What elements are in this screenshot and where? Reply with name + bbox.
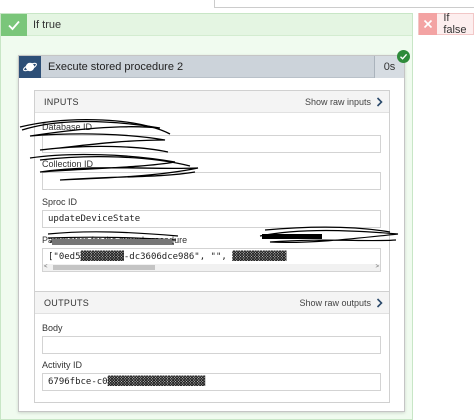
show-raw-inputs-link[interactable]: Show raw inputs [305,97,383,107]
collection-id-value[interactable] [42,172,381,190]
if-true-branch: If true Execute stored procedure 2 0s IN… [0,13,413,420]
action-title: Execute stored procedure 2 [48,60,184,73]
activity-id-value[interactable]: 6796fbce-c0▓▓▓▓▓▓▓▓▓▓▓▓▓▓▓▓▓▓ [42,373,381,391]
close-x-icon [419,13,438,35]
collection-id-label: Collection ID [42,159,94,169]
chevron-right-icon [376,96,383,107]
scrollbar-thumb[interactable] [53,265,155,270]
action-header[interactable]: Execute stored procedure 2 0s [19,55,404,78]
database-id-value[interactable] [42,135,381,153]
show-raw-outputs-label: Show raw outputs [299,297,371,308]
parameters-value: ["0ed5▓▓▓▓▓▓▓▓-dc3606dce986", "", ▓▓▓▓▓▓… [48,252,287,262]
body-value[interactable] [42,336,381,354]
chevron-right-icon [376,297,383,308]
sproc-id-label: Sproc ID [42,197,78,207]
collection-id-field: Collection ID [42,159,381,190]
scroll-left-arrow-icon[interactable]: < [44,264,48,271]
outputs-title: OUTPUTS [44,297,90,308]
if-false-label: If false [443,12,467,36]
horizontal-scrollbar[interactable]: < > [43,264,380,271]
activity-id-label: Activity ID [42,360,83,370]
checkmark-icon [1,13,27,36]
success-check-icon [397,50,410,63]
execute-stored-procedure-card: Execute stored procedure 2 0s INPUTS Sho… [18,50,410,412]
show-raw-outputs-link[interactable]: Show raw outputs [299,298,383,308]
sproc-id-field: Sproc ID updateDeviceState [42,197,381,228]
if-true-label: If true [33,18,62,31]
body-label: Body [42,323,63,333]
inputs-title: INPUTS [44,96,79,107]
parameters-label: Parameters for the stored procedure [42,235,188,245]
show-raw-inputs-label: Show raw inputs [304,96,371,107]
scroll-right-arrow-icon[interactable]: > [375,264,379,271]
outputs-panel-header: OUTPUTS Show raw outputs [35,292,389,314]
sproc-id-value[interactable]: updateDeviceState [42,210,381,228]
database-id-field: Database ID [42,122,381,153]
if-true-header[interactable]: If true [1,13,412,36]
inputs-panel: INPUTS Show raw inputs Database ID Colle… [34,90,390,312]
inputs-panel-header: INPUTS Show raw inputs [35,91,389,113]
parameters-value-box[interactable]: ["0ed5▓▓▓▓▓▓▓▓-dc3606dce986", "", ▓▓▓▓▓▓… [42,248,381,272]
database-id-label: Database ID [42,122,93,132]
cosmosdb-planet-icon [19,55,41,78]
if-false-branch[interactable]: If false [418,12,474,36]
body-field: Body [42,323,381,354]
activity-id-field: Activity ID 6796fbce-c0▓▓▓▓▓▓▓▓▓▓▓▓▓▓▓▓▓… [42,360,381,391]
previous-step-outline [214,0,474,8]
parameters-field: Parameters for the stored procedure ["0e… [42,235,381,272]
outputs-panel: OUTPUTS Show raw outputs Body Activity I… [34,291,390,403]
